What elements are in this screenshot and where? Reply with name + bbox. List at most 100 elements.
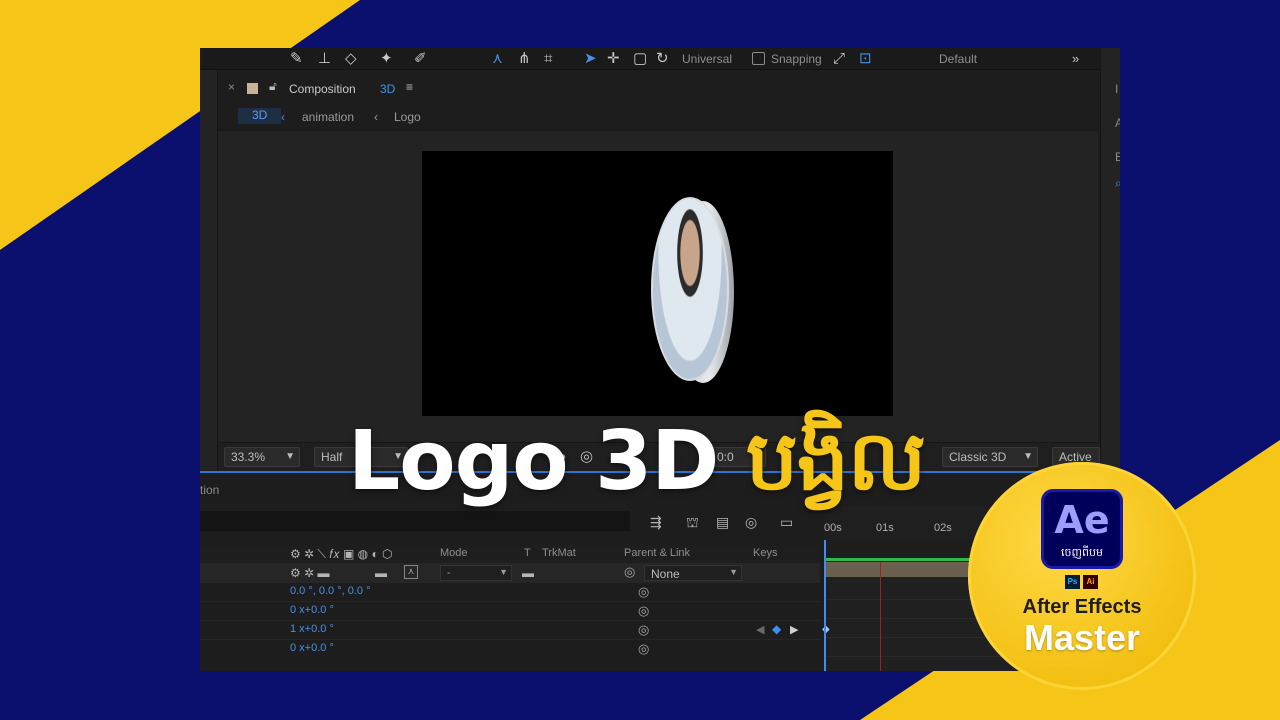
property-row-x-rotation[interactable]: 0 x+0.0 ° ◎ [200, 601, 820, 620]
breadcrumb: 3D ‹ animation ‹ Logo [218, 104, 1098, 128]
local-axis-icon[interactable]: ⋏ [492, 50, 503, 68]
close-panel-icon[interactable]: × [228, 80, 235, 94]
breadcrumb-item-3d[interactable]: 3D [238, 108, 282, 124]
track-matte-toggle[interactable]: ▬ [522, 566, 534, 580]
composition-name-tag[interactable]: 3D [380, 82, 395, 96]
column-t[interactable]: T [524, 547, 531, 559]
breadcrumb-item-logo[interactable]: Logo [394, 110, 421, 124]
clone-stamp-icon[interactable]: ⊥ [318, 50, 331, 68]
chevron-down-icon: ▼ [499, 567, 508, 577]
ruler-tick: 02s [934, 522, 952, 534]
timeline-panel-label: tion [200, 483, 220, 497]
column-parent-link[interactable]: Parent & Link [624, 547, 690, 559]
expression-pickwhip-icon[interactable]: ◎ [638, 584, 649, 600]
composition-canvas[interactable] [422, 151, 893, 416]
column-keys[interactable]: Keys [753, 547, 777, 559]
right-panels-edge: I A E ⌕ [1100, 48, 1120, 508]
snapping-checkbox[interactable] [752, 52, 765, 65]
move-tool-icon[interactable]: ✛ [607, 50, 620, 68]
ae-master-badge: Ae ចេញពីបម Ps Ai After Effects Master [968, 462, 1196, 690]
prev-keyframe-icon[interactable]: ◀ [756, 623, 764, 636]
orientation-value[interactable]: 0.0 °, 0.0 °, 0.0 ° [290, 585, 370, 597]
z-rotation-value[interactable]: 0 x+0.0 ° [290, 642, 334, 654]
universal-mode[interactable]: Universal [682, 52, 732, 66]
ruler-tick: 00s [824, 522, 842, 534]
panel-edge-letter-e: E [1115, 150, 1120, 164]
title-khmer: បង្វិល [745, 414, 926, 509]
shy-layers-icon[interactable]: ⛫ [686, 514, 699, 533]
expression-pickwhip-icon[interactable]: ◎ [638, 622, 649, 638]
ae-subtitle: ចេញពីបម [1061, 546, 1103, 559]
motion-blur-icon[interactable]: ◎ [745, 514, 757, 531]
property-row-y-rotation[interactable]: 1 x+0.0 ° ◎ ◀ ◆ ▶ [200, 620, 820, 639]
snapping-label: Snapping [771, 52, 822, 66]
logo-coin-photo [651, 197, 729, 381]
ae-abbrev: Ae [1054, 498, 1110, 542]
property-row-orientation[interactable]: 0.0 °, 0.0 °, 0.0 ° ◎ [200, 582, 820, 601]
lock-icon[interactable]: 🔓︎ [269, 79, 277, 94]
puppet-pin-icon[interactable]: ✐ [414, 50, 427, 68]
resolution-value: Half [321, 450, 343, 464]
property-row-z-rotation[interactable]: 0 x+0.0 ° ◎ [200, 639, 820, 658]
draft-3d-icon[interactable]: ⇶ [650, 514, 662, 531]
current-time-indicator[interactable] [824, 540, 826, 671]
panel-edge-letter-i: I [1115, 82, 1119, 96]
chevron-down-icon: ▼ [1023, 451, 1033, 462]
mode-dropdown[interactable]: - ▼ [440, 565, 512, 581]
keyframe-diamond-icon[interactable]: ◆ [772, 622, 781, 636]
brush-icon[interactable]: ✎ [290, 50, 303, 68]
after-effects-logo: Ae ចេញពីបម [1041, 489, 1123, 569]
effects-search-icon[interactable]: ⌕ [1115, 176, 1120, 191]
expression-pickwhip-icon[interactable]: ◎ [638, 603, 649, 619]
eraser-icon[interactable]: ◇ [345, 50, 357, 68]
title-latin: Logo 3D [348, 414, 719, 509]
panel-menu-icon[interactable]: ≡ [406, 80, 413, 94]
workspace-overflow-icon[interactable]: » [1072, 50, 1079, 68]
label-color-swatch[interactable] [247, 83, 258, 94]
column-trkmat[interactable]: TrkMat [542, 547, 576, 559]
photoshop-icon: Ps [1065, 575, 1080, 589]
switch-collapse-icon[interactable]: ▬ [375, 566, 387, 580]
badge-line-master: Master [1023, 617, 1141, 658]
frame-blending-icon[interactable]: ▤ [716, 514, 729, 531]
chevron-down-icon: ▼ [729, 567, 738, 577]
snap-target-icon[interactable]: ⊡ [859, 50, 872, 68]
project-panel-edge [200, 70, 218, 470]
workspace-default[interactable]: Default [939, 52, 977, 66]
x-rotation-value[interactable]: 0 x+0.0 ° [290, 604, 334, 616]
ruler-tick: 01s [876, 522, 894, 534]
rotate-tool-icon[interactable]: ↻ [656, 50, 669, 68]
parent-dropdown[interactable]: None ▼ [644, 565, 742, 581]
zoom-value: 33.3% [231, 450, 266, 464]
graph-editor-icon[interactable]: ▭ [780, 514, 793, 531]
chevron-down-icon: ▼ [285, 451, 295, 462]
selection-tool-icon[interactable]: ➤ [584, 50, 597, 68]
composition-panel-title: Composition [289, 82, 356, 96]
pick-whip-icon[interactable]: ◎ [624, 564, 635, 580]
world-axis-icon[interactable]: ⋔ [518, 50, 531, 68]
renderer-dropdown[interactable]: Classic 3D ▼ [942, 447, 1038, 467]
breadcrumb-item-animation[interactable]: animation [302, 110, 354, 124]
layer-switch-icons[interactable]: ⚙ ✲ ▬ [290, 566, 329, 580]
view-axis-icon[interactable]: ⌗ [544, 50, 552, 68]
zoom-dropdown[interactable]: 33.3% ▼ [224, 447, 300, 467]
parent-value: None [651, 567, 680, 581]
composition-panel-header: × 🔓︎ Composition 3D ≡ [218, 76, 1098, 100]
mode-value: - [447, 567, 451, 579]
column-mode[interactable]: Mode [440, 547, 468, 559]
thumbnail-title: Logo 3D បង្វិល [348, 412, 926, 512]
badge-line-after-effects: After Effects [1022, 596, 1142, 618]
illustrator-icon: Ai [1083, 575, 1098, 589]
roto-brush-icon[interactable]: ✦ [380, 50, 393, 68]
thumbnail: ✎ ⊥ ◇ ✦ ✐ ⋏ ⋔ ⌗ ➤ ✛ ▢ ↻ Universal Snappi… [0, 0, 1280, 720]
scale-tool-icon[interactable]: ▢ [633, 50, 647, 68]
next-keyframe-icon[interactable]: ▶ [790, 623, 798, 636]
timeline-search-input[interactable] [200, 511, 630, 531]
timeline-column-headers: ⚙ ✲ ⟍ 𝑓𝑥 ▣ ◍ ◐ ⬡ Mode T TrkMat Parent & … [200, 545, 820, 563]
3d-layer-switch[interactable]: ⋏ [404, 565, 418, 579]
layer-row[interactable]: ⚙ ✲ ▬ ▬ ⋏ - ▼ ▬ ◎ None ▼ [200, 563, 820, 582]
y-rotation-value[interactable]: 1 x+0.0 ° [290, 623, 334, 635]
layer-switches-icons: ⚙ ✲ ⟍ 𝑓𝑥 ▣ ◍ ◐ ⬡ [290, 547, 393, 561]
expression-pickwhip-icon[interactable]: ◎ [638, 641, 649, 657]
snap-expand-icon[interactable]: ⤢ [833, 50, 845, 68]
